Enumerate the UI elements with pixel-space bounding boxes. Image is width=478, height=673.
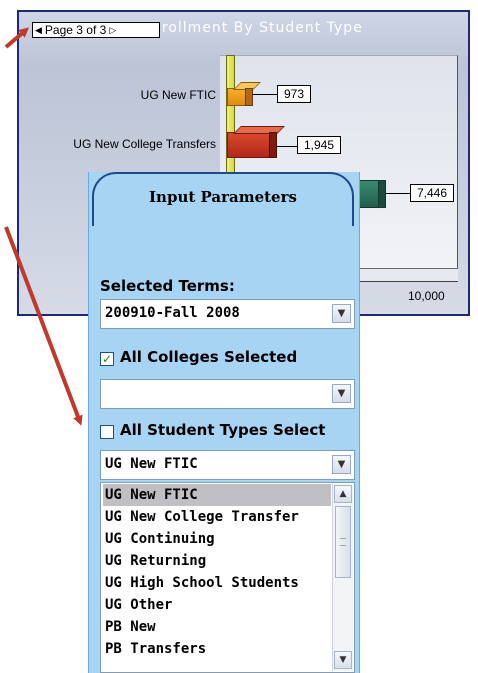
value-leader <box>386 193 410 194</box>
previous-page-icon[interactable]: ◀ <box>35 24 42 36</box>
college-select[interactable]: ▼ <box>100 379 355 409</box>
bar <box>227 82 261 106</box>
bar <box>227 126 285 158</box>
list-item[interactable]: UG High School Students <box>103 572 331 594</box>
term-select[interactable]: 200910-Fall 2008 ▼ <box>100 299 355 329</box>
all-student-types-checkbox[interactable] <box>100 425 114 439</box>
value-label: 1,945 <box>297 136 342 154</box>
chart-title: nrollment By Student Type <box>152 20 363 36</box>
page-navigator: ◀ Page 3 of 3 ▷ <box>32 22 160 38</box>
selected-terms-label: Selected Terms: <box>100 277 235 295</box>
list-scrollbar[interactable]: ▲ ▼ <box>332 484 353 671</box>
all-colleges-label: All Colleges Selected <box>120 348 298 366</box>
category-label: UG New College Transfers <box>73 137 216 151</box>
scroll-down-icon[interactable]: ▼ <box>334 651 352 669</box>
list-item[interactable]: UG Other <box>103 594 331 616</box>
list-item[interactable]: PB New <box>103 616 331 638</box>
chevron-down-icon[interactable]: ▼ <box>332 455 351 474</box>
next-page-icon[interactable]: ▷ <box>109 24 116 36</box>
value-label: 973 <box>277 85 312 103</box>
scrollbar-thumb[interactable] <box>335 506 351 578</box>
student-type-select-value: UG New FTIC <box>105 456 198 472</box>
grip-icon <box>340 538 346 546</box>
chevron-down-icon[interactable]: ▼ <box>332 384 351 403</box>
category-label: UG New FTIC <box>140 88 216 102</box>
all-colleges-checkbox[interactable]: ✓ <box>100 352 114 366</box>
list-item[interactable]: UG Continuing <box>103 528 331 550</box>
value-leader <box>252 94 277 95</box>
list-item[interactable]: PB Transfers <box>103 638 331 660</box>
value-label: 7,446 <box>410 184 455 202</box>
scroll-up-icon[interactable]: ▲ <box>334 485 352 503</box>
all-student-types-label: All Student Types Select <box>120 421 326 439</box>
student-type-select[interactable]: UG New FTIC ▼ <box>100 450 355 480</box>
list-item[interactable]: UG Returning <box>103 550 331 572</box>
x-tick-label: 10,000 <box>408 289 445 303</box>
list-item[interactable]: UG New FTIC <box>103 484 331 506</box>
value-leader <box>277 146 297 147</box>
term-select-value: 200910-Fall 2008 <box>105 305 240 321</box>
list-item[interactable]: UG New College Transfer <box>103 506 331 528</box>
panel-title: Input Parameters <box>149 188 297 206</box>
page-indicator: Page 3 of 3 <box>44 23 107 37</box>
chevron-down-icon[interactable]: ▼ <box>332 304 351 323</box>
student-type-list[interactable]: UG New FTIC UG New College Transfer UG C… <box>100 482 355 673</box>
